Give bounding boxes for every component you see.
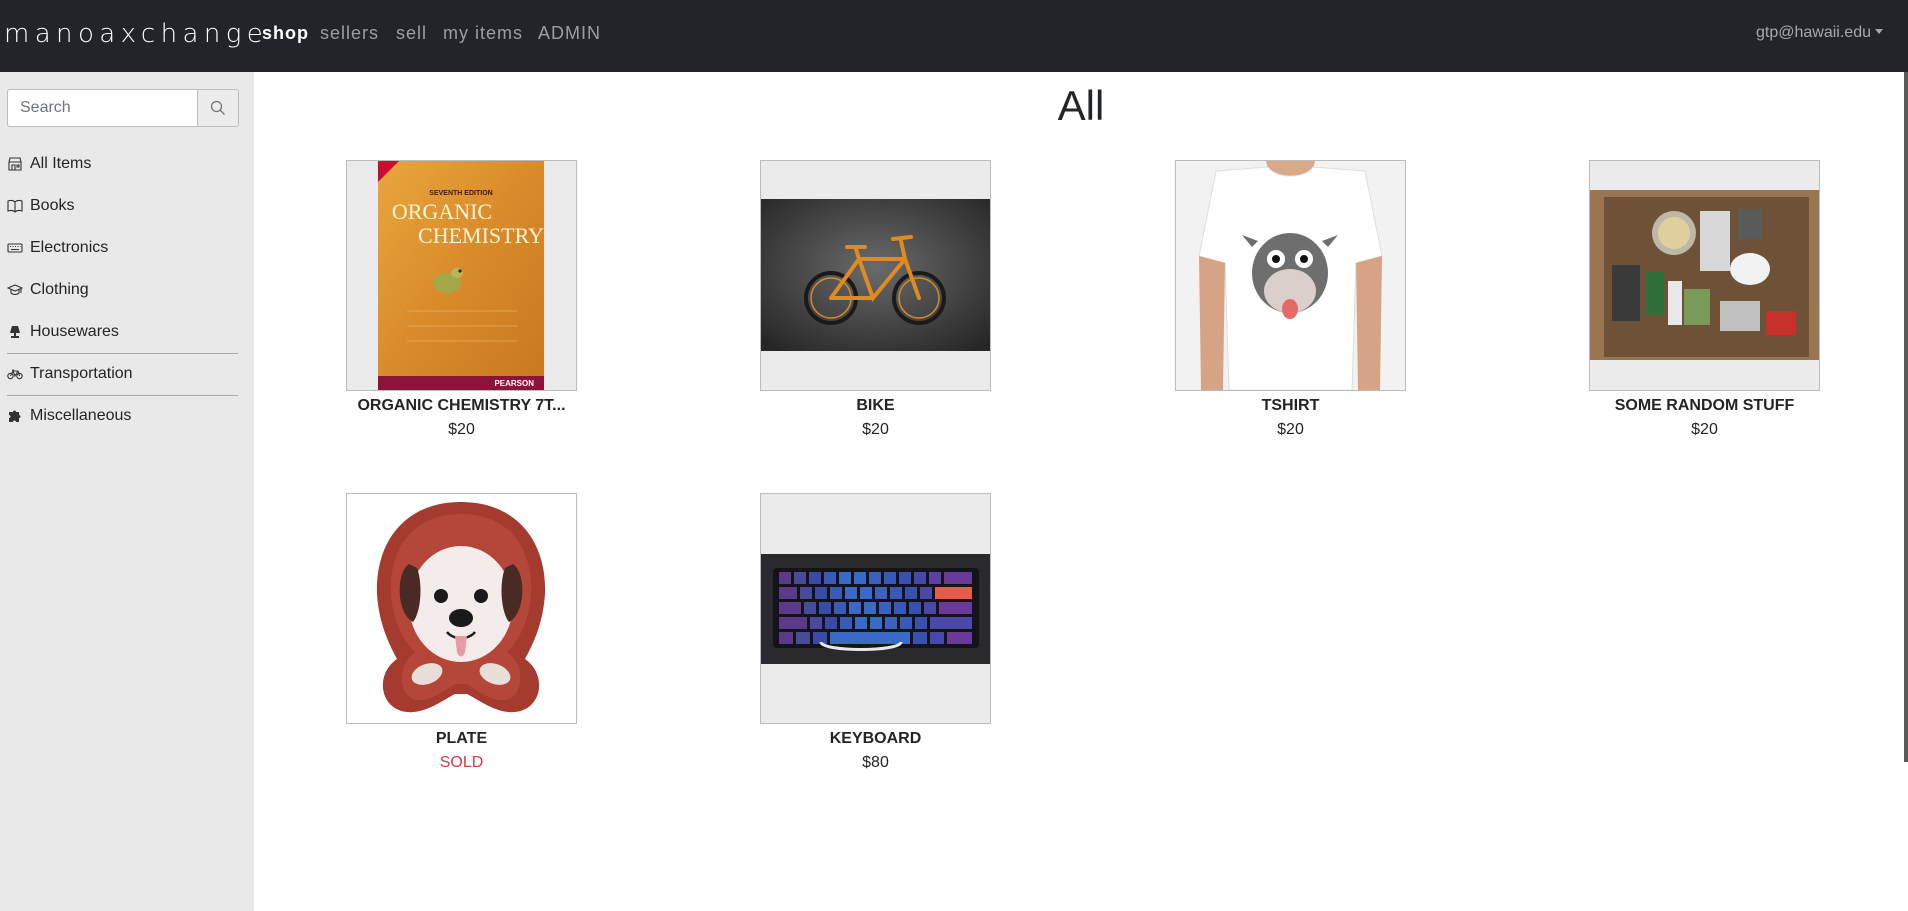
item-image[interactable]	[760, 160, 991, 391]
item-image[interactable]	[1589, 160, 1820, 391]
keyboard-icon	[7, 240, 23, 256]
item-image[interactable]	[346, 493, 577, 724]
puzzle-icon	[7, 408, 23, 424]
sidebar-item-label: Housewares	[30, 323, 119, 340]
graduation-cap-icon	[7, 282, 23, 298]
item-image[interactable]	[1175, 160, 1406, 391]
item-price: $20	[448, 421, 475, 438]
sidebar-item-label: Transportation	[30, 365, 133, 382]
scrollbar[interactable]	[1904, 72, 1908, 762]
item-card[interactable]: BIKE $20	[760, 160, 991, 441]
sidebar-item-label: Miscellaneous	[30, 407, 132, 424]
top-navbar: manoaxchange shop sellers sell my items …	[0, 0, 1908, 72]
store-icon	[7, 156, 23, 172]
sidebar-item-books[interactable]: Books	[0, 185, 238, 227]
sidebar-item-miscellaneous[interactable]: Miscellaneous	[0, 395, 238, 437]
search-button[interactable]	[197, 89, 239, 127]
lamp-icon	[7, 324, 23, 340]
svg-text:SEVENTH EDITION: SEVENTH EDITION	[429, 190, 492, 197]
caret-down-icon	[1875, 29, 1883, 34]
sidebar-item-housewares[interactable]: Housewares	[0, 311, 238, 353]
user-email: gtp@hawaii.edu	[1756, 24, 1871, 41]
search-input[interactable]	[7, 89, 197, 127]
item-name[interactable]: TSHIRT	[1175, 395, 1406, 417]
item-card[interactable]: KEYBOARD $80	[760, 493, 991, 774]
sidebar-item-transportation[interactable]: Transportation	[0, 353, 238, 395]
item-image[interactable]: SEVENTH EDITION ORGANIC CHEMISTRY PEARSO…	[346, 160, 577, 391]
search-icon	[210, 100, 225, 115]
user-menu[interactable]: gtp@hawaii.edu	[1756, 22, 1883, 44]
sidebar-item-label: All Items	[30, 155, 92, 172]
sidebar-item-label: Electronics	[30, 239, 109, 256]
item-price: $20	[1277, 421, 1304, 438]
sidebar-item-label: Clothing	[30, 281, 89, 298]
item-sold-badge: SOLD	[439, 754, 484, 771]
svg-text:ORGANIC: ORGANIC	[392, 199, 492, 224]
item-name[interactable]: KEYBOARD	[760, 728, 991, 750]
nav-shop[interactable]: shop	[262, 22, 309, 44]
nav-my-items[interactable]: my items	[443, 22, 523, 44]
nav-sellers[interactable]: sellers	[320, 22, 379, 44]
sidebar-item-all-items[interactable]: All Items	[0, 143, 238, 185]
sidebar-item-clothing[interactable]: Clothing	[0, 269, 238, 311]
book-icon	[7, 198, 23, 214]
item-card[interactable]: TSHIRT $20	[1175, 160, 1406, 441]
page-title: All	[1057, 82, 1105, 129]
brand-logo[interactable]: manoaxchange	[4, 19, 268, 49]
item-card[interactable]: PLATE SOLD	[346, 493, 577, 774]
item-name[interactable]: BIKE	[760, 395, 991, 417]
nav-admin[interactable]: ADMIN	[538, 22, 601, 44]
svg-text:CHEMISTRY: CHEMISTRY	[418, 223, 544, 248]
item-price: $80	[862, 754, 889, 771]
item-price: $20	[862, 421, 889, 438]
sidebar-item-electronics[interactable]: Electronics	[0, 227, 238, 269]
item-price: $20	[1691, 421, 1718, 438]
sidebar: All Items Books Electronics Clothing Hou…	[0, 72, 254, 911]
item-name[interactable]: SOME RANDOM STUFF	[1589, 395, 1820, 417]
item-image[interactable]	[760, 493, 991, 724]
svg-text:PEARSON: PEARSON	[494, 379, 534, 388]
item-name[interactable]: ORGANIC CHEMISTRY 7T...	[346, 395, 577, 417]
search-group	[7, 89, 239, 127]
nav-sell[interactable]: sell	[396, 22, 427, 44]
item-card[interactable]: SOME RANDOM STUFF $20	[1589, 160, 1820, 441]
bicycle-icon	[7, 366, 23, 382]
item-card[interactable]: SEVENTH EDITION ORGANIC CHEMISTRY PEARSO…	[346, 160, 577, 441]
item-name[interactable]: PLATE	[346, 728, 577, 750]
sidebar-item-label: Books	[30, 197, 75, 214]
